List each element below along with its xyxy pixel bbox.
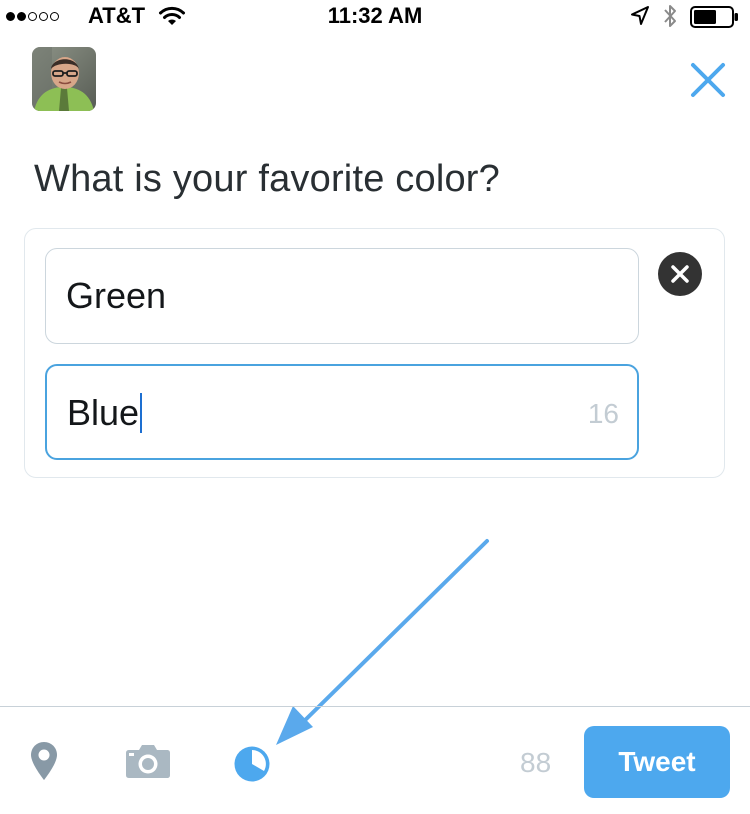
poll-choice-2-input[interactable]: Blue 16 <box>45 364 639 460</box>
choice-char-remaining: 16 <box>587 398 619 429</box>
tweet-button[interactable]: Tweet <box>584 726 730 798</box>
location-arrow-icon <box>630 5 650 32</box>
bluetooth-icon <box>662 3 678 34</box>
camera-icon[interactable] <box>125 743 171 784</box>
compose-toolbar: 88 Tweet <box>0 706 750 814</box>
poll-choice-1-input[interactable]: Green <box>45 248 639 344</box>
tweet-text[interactable]: What is your favorite color? <box>34 158 500 201</box>
tweet-char-count: 88 <box>520 747 552 778</box>
poll-card: Green Blue 16 <box>24 228 725 478</box>
location-pin-icon[interactable] <box>30 741 58 786</box>
user-avatar[interactable] <box>32 47 96 111</box>
text-cursor <box>140 393 143 433</box>
status-bar: AT&T 11:32 AM <box>0 0 750 34</box>
poll-choice-2-text: Blue <box>67 392 140 433</box>
remove-choice-button[interactable] <box>657 251 703 297</box>
close-icon <box>691 63 725 97</box>
remove-choice-icon <box>658 252 702 296</box>
poll-choice-1-text: Green <box>66 275 167 316</box>
battery-icon <box>690 6 740 33</box>
close-button[interactable] <box>684 56 732 104</box>
poll-icon[interactable] <box>233 745 271 788</box>
